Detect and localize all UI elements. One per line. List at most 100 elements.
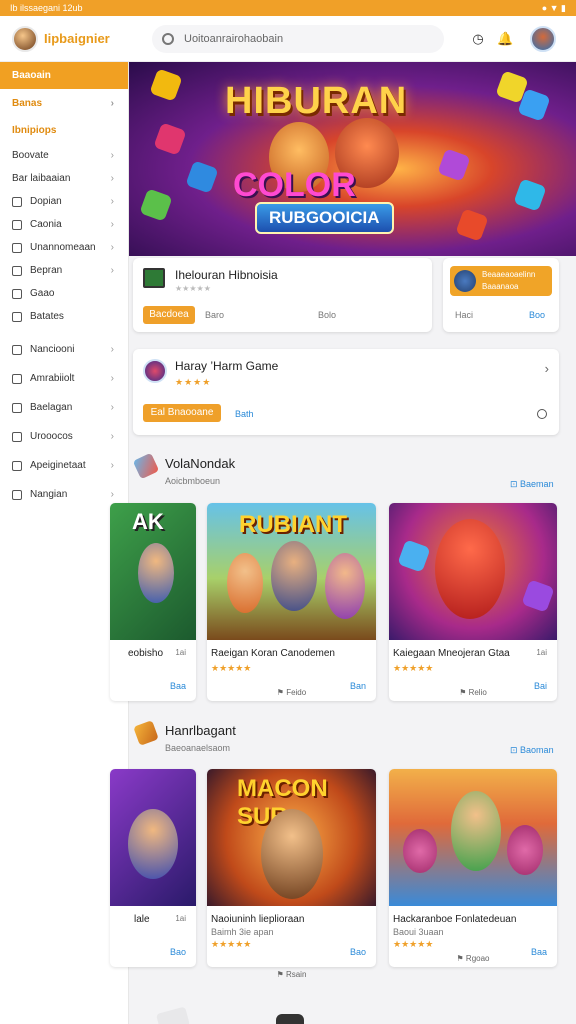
game-image: AK <box>110 503 196 640</box>
game-character <box>227 553 263 613</box>
featured-game-card[interactable]: Haray ’Harm Game ★★★★ › Eal Bnaooane Bat… <box>133 349 559 435</box>
game-card[interactable]: MACON SUR Naoiuninh lieplioraan Baimh 3i… <box>207 769 376 967</box>
side-promo-card[interactable]: Beaaeaoaelinn Baaanaoa Haci Boo <box>443 258 559 332</box>
bottom-decoration <box>155 1006 191 1024</box>
sidebar-item-explore[interactable]: Ibnipiops <box>0 119 128 142</box>
game-card[interactable]: Hackaranboe Fonlatedeuan Baoui 3uaan ★★★… <box>389 769 557 967</box>
bell-icon[interactable]: 🔔 <box>497 31 513 47</box>
game-name: Hackaranboe Fonlatedeuan <box>389 906 557 925</box>
sidebar-item-label: Nanciooni <box>30 344 75 355</box>
sidebar-item-label: Amrabiiolt <box>30 373 75 384</box>
sidebar-item-action[interactable]: Dopian › <box>0 190 128 213</box>
sidebar-item-label: Banas <box>12 98 43 109</box>
category-icon <box>12 311 22 322</box>
game-tag: ⚑ Relio <box>459 688 487 697</box>
sidebar-item-home[interactable]: Baaoain <box>0 62 128 89</box>
game-card[interactable]: lale 1ai Bao <box>110 769 196 967</box>
chevron-right-icon: › <box>110 242 114 253</box>
chevron-right-icon: › <box>110 344 114 355</box>
hero-subtitle: RUBGOOICIA <box>255 202 394 234</box>
featured-rating: ★★★★ <box>175 377 212 387</box>
sidebar-item-category[interactable]: Bar laibaaian › <box>0 167 128 190</box>
category-icon <box>12 373 22 384</box>
sidebar-item-strategy[interactable]: Batates <box>0 305 128 328</box>
info-icon[interactable] <box>537 409 547 419</box>
sidebar-item-puzzle[interactable]: Gaao <box>0 282 128 305</box>
game-image <box>110 769 196 906</box>
game-character <box>435 519 505 619</box>
game-download-link[interactable]: Bao <box>350 947 366 957</box>
game-name: lale 1ai <box>110 906 196 925</box>
sidebar-item-more[interactable]: Nangian › <box>0 483 128 506</box>
game-download-link[interactable]: Bao <box>170 947 186 957</box>
section-subtitle: Baeoanaelsaom <box>165 743 231 753</box>
game-name: eobisho 1ai <box>110 640 196 659</box>
status-left-text: Ib ilssaegani 12ub <box>10 3 83 13</box>
featured-link[interactable]: Bath <box>235 409 254 419</box>
game-meta: Baoui 3uaan <box>393 927 444 937</box>
sidebar-item-games[interactable]: Banas › <box>0 92 128 115</box>
side-promo-line1: Beaaeaoaelinn <box>482 270 536 279</box>
game-meta: Baimh 3ie apan <box>211 927 274 937</box>
category-icon <box>12 288 22 299</box>
sidebar-item-adventure[interactable]: Unannomeaan › <box>0 236 128 259</box>
app-logo[interactable] <box>12 25 38 52</box>
promo-rating: ★★★★★ <box>175 284 211 293</box>
game-card[interactable]: Kaiegaan Mneojeran Gtaa 1ai ★★★★★ Bai <box>389 503 557 701</box>
game-title: Raeigan Koran Canodemen <box>211 648 335 659</box>
sidebar-item-racing[interactable]: Nanciooni › <box>0 338 128 361</box>
game-image <box>389 503 557 640</box>
hero-banner[interactable]: HIBURAN COLOR RUBGOOICIA <box>129 62 576 256</box>
sidebar-item-label: Unannomeaan <box>30 242 96 253</box>
chevron-right-icon[interactable]: › <box>545 361 549 376</box>
category-icon <box>12 460 22 471</box>
timer-icon[interactable]: ◷ <box>470 31 486 47</box>
cube-decoration <box>437 148 471 182</box>
game-download-link[interactable]: Baa <box>170 681 186 691</box>
promo-button[interactable]: Bacdoea <box>143 306 195 324</box>
game-banner-text: RUBIANT <box>239 511 347 538</box>
sidebar-item-shooter[interactable]: Baelagan › <box>0 396 128 419</box>
game-tag: ⚑ Rgoao <box>456 954 490 963</box>
featured-play-button[interactable]: Eal Bnaooane <box>143 404 221 422</box>
promo-label-mid: Baro <box>205 310 225 320</box>
game-title: eobisho <box>128 648 164 659</box>
game-tag: ⚑ Feido <box>276 688 307 697</box>
side-label-right[interactable]: Boo <box>529 310 545 320</box>
user-avatar[interactable] <box>530 26 556 52</box>
sidebar-item-favorite[interactable]: Boovate › <box>0 144 128 167</box>
sidebar-item-sport[interactable]: Bepran › <box>0 259 128 282</box>
cube-decoration <box>521 579 555 613</box>
game-character <box>325 553 365 619</box>
side-promo-button[interactable]: Beaaeaoaelinn Baaanaoa <box>450 266 552 296</box>
status-bar: Ib ilssaegani 12ub ● ▼ ▮ <box>0 0 576 16</box>
sidebar-item-application[interactable]: Apeiginetaat › <box>0 454 128 477</box>
game-icon <box>143 359 167 383</box>
side-label-left: Haci <box>455 310 474 320</box>
sidebar-item-label: Ibnipiops <box>12 125 57 136</box>
promo-card[interactable]: Ihelouran Hibnoisia ★★★★★ Bacdoea Baro B… <box>133 258 432 332</box>
sidebar-item-label: Bar laibaaian <box>12 173 71 184</box>
search-input[interactable]: Uoitoanrairohaobain <box>184 33 283 45</box>
hero-logo-word: COLOR <box>233 166 356 204</box>
sidebar-item-arcade[interactable]: Amrabiiolt › <box>0 367 128 390</box>
game-card[interactable]: RUBIANT Raeigan Koran Canodemen ★★★★★ Ba… <box>207 503 376 701</box>
sidebar-item-casual[interactable]: Caonia › <box>0 213 128 236</box>
category-icon <box>12 196 22 207</box>
chevron-right-icon: › <box>110 265 114 276</box>
search-bar[interactable]: Uoitoanrairohaobain <box>152 25 444 53</box>
section-subtitle: Aoicbmboeun <box>165 476 221 486</box>
sidebar-item-label: Boovate <box>12 150 49 161</box>
game-character <box>403 829 437 873</box>
game-size: 1ai <box>536 648 547 657</box>
game-size: 1ai <box>175 914 186 923</box>
game-size: 1ai <box>175 648 186 657</box>
game-card[interactable]: AK eobisho 1ai Baa <box>110 503 196 701</box>
game-banner-text: AK <box>132 509 164 534</box>
game-character <box>128 809 178 879</box>
sidebar-item-board[interactable]: Urooocos › <box>0 425 128 448</box>
see-all-link[interactable]: ⊡ Baeman <box>510 479 554 490</box>
game-name: Kaiegaan Mneojeran Gtaa 1ai <box>389 640 557 659</box>
category-icon <box>12 489 22 500</box>
see-all-link[interactable]: ⊡ Baoman <box>510 745 554 756</box>
